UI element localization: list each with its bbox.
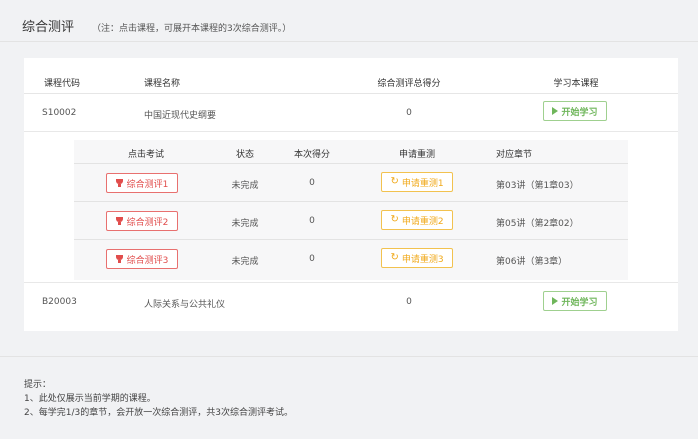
retest-1-button[interactable]: ↻ 申请重测1	[381, 172, 453, 192]
course-name: 人际关系与公共礼仪	[144, 300, 226, 310]
assessment-chapter: 第03讲（第1章03）	[496, 181, 579, 191]
assessment-3-button[interactable]: 综合测评3	[106, 249, 178, 269]
assessment-status: 未完成	[231, 219, 259, 229]
tip-line: 2、每学完1/3的章节，会开放一次综合测评，共3次综合测评考试。	[24, 408, 293, 418]
page-note: （注：点击课程，可展开本课程的3次综合测评。）	[92, 24, 292, 34]
assessment-score: 0	[309, 254, 315, 264]
refresh-icon: ↻	[390, 176, 399, 187]
course-table-header: 课程代码 课程名称 综合测评总得分 学习本课程	[24, 70, 678, 94]
assessment-row: 综合测评2 未完成 0 ↻ 申请重测2 第05讲（第2章02）	[74, 202, 628, 240]
page-header: 综合测评 （注：点击课程，可展开本课程的3次综合测评。）	[0, 0, 698, 42]
col-chapter: 对应章节	[496, 150, 533, 160]
trophy-icon	[115, 217, 123, 225]
col-retest: 申请重测	[398, 150, 436, 160]
assessment-row: 综合测评1 未完成 0 ↻ 申请重测1 第03讲（第1章03）	[74, 164, 628, 202]
course-code: S10002	[42, 108, 77, 118]
assessment-status: 未完成	[231, 181, 259, 191]
trophy-icon	[115, 255, 123, 263]
subtable-header: 点击考试 状态 本次得分 申请重测 对应章节	[74, 140, 628, 164]
trophy-icon	[115, 179, 123, 187]
page-title: 综合测评	[22, 20, 75, 35]
assessment-chapter: 第06讲（第3章）	[496, 257, 568, 267]
course-code: B20003	[42, 297, 77, 307]
refresh-icon: ↻	[390, 214, 399, 225]
section-divider	[0, 356, 698, 357]
assessment-status: 未完成	[231, 257, 259, 267]
retest-3-button[interactable]: ↻ 申请重测3	[381, 248, 453, 268]
assessment-1-button[interactable]: 综合测评1	[106, 173, 178, 193]
col-code: 课程代码	[44, 79, 81, 89]
play-icon	[552, 297, 559, 305]
tips-title: 提示：	[24, 380, 52, 390]
course-panel: 课程代码 课程名称 综合测评总得分 学习本课程 S10002 中国近现代史纲要 …	[24, 58, 678, 331]
assessment-row: 综合测评3 未完成 0 ↻ 申请重测3 第06讲（第3章）	[74, 240, 628, 278]
tip-line: 1、此处仅展示当前学期的课程。	[24, 394, 156, 404]
start-study-button[interactable]: 开始学习	[543, 101, 607, 121]
tips-section: 提示： 1、此处仅展示当前学期的课程。 2、每学完1/3的章节，会开放一次综合测…	[24, 378, 678, 420]
retest-2-button[interactable]: ↻ 申请重测2	[381, 210, 453, 230]
col-status: 状态	[235, 150, 255, 160]
course-name: 中国近现代史纲要	[144, 111, 217, 121]
col-exam: 点击考试	[127, 150, 165, 160]
col-study: 学习本课程	[553, 79, 599, 89]
start-study-button[interactable]: 开始学习	[543, 291, 607, 311]
assessment-chapter: 第05讲（第2章02）	[496, 219, 579, 229]
refresh-icon: ↻	[390, 252, 399, 263]
course-row[interactable]: B20003 人际关系与公共礼仪 0 开始学习	[24, 282, 678, 320]
course-score: 0	[406, 108, 412, 118]
col-total-score: 综合测评总得分	[377, 79, 441, 89]
play-icon	[552, 107, 559, 115]
assessment-score: 0	[309, 216, 315, 226]
col-name: 课程名称	[144, 79, 181, 89]
assessment-2-button[interactable]: 综合测评2	[106, 211, 178, 231]
course-row[interactable]: S10002 中国近现代史纲要 0 开始学习	[24, 94, 678, 132]
assessment-subtable: 点击考试 状态 本次得分 申请重测 对应章节 综合测评1 未完成 0 ↻ 申请重…	[74, 140, 628, 280]
course-score: 0	[406, 297, 412, 307]
col-this-score: 本次得分	[293, 150, 331, 160]
assessment-score: 0	[309, 178, 315, 188]
